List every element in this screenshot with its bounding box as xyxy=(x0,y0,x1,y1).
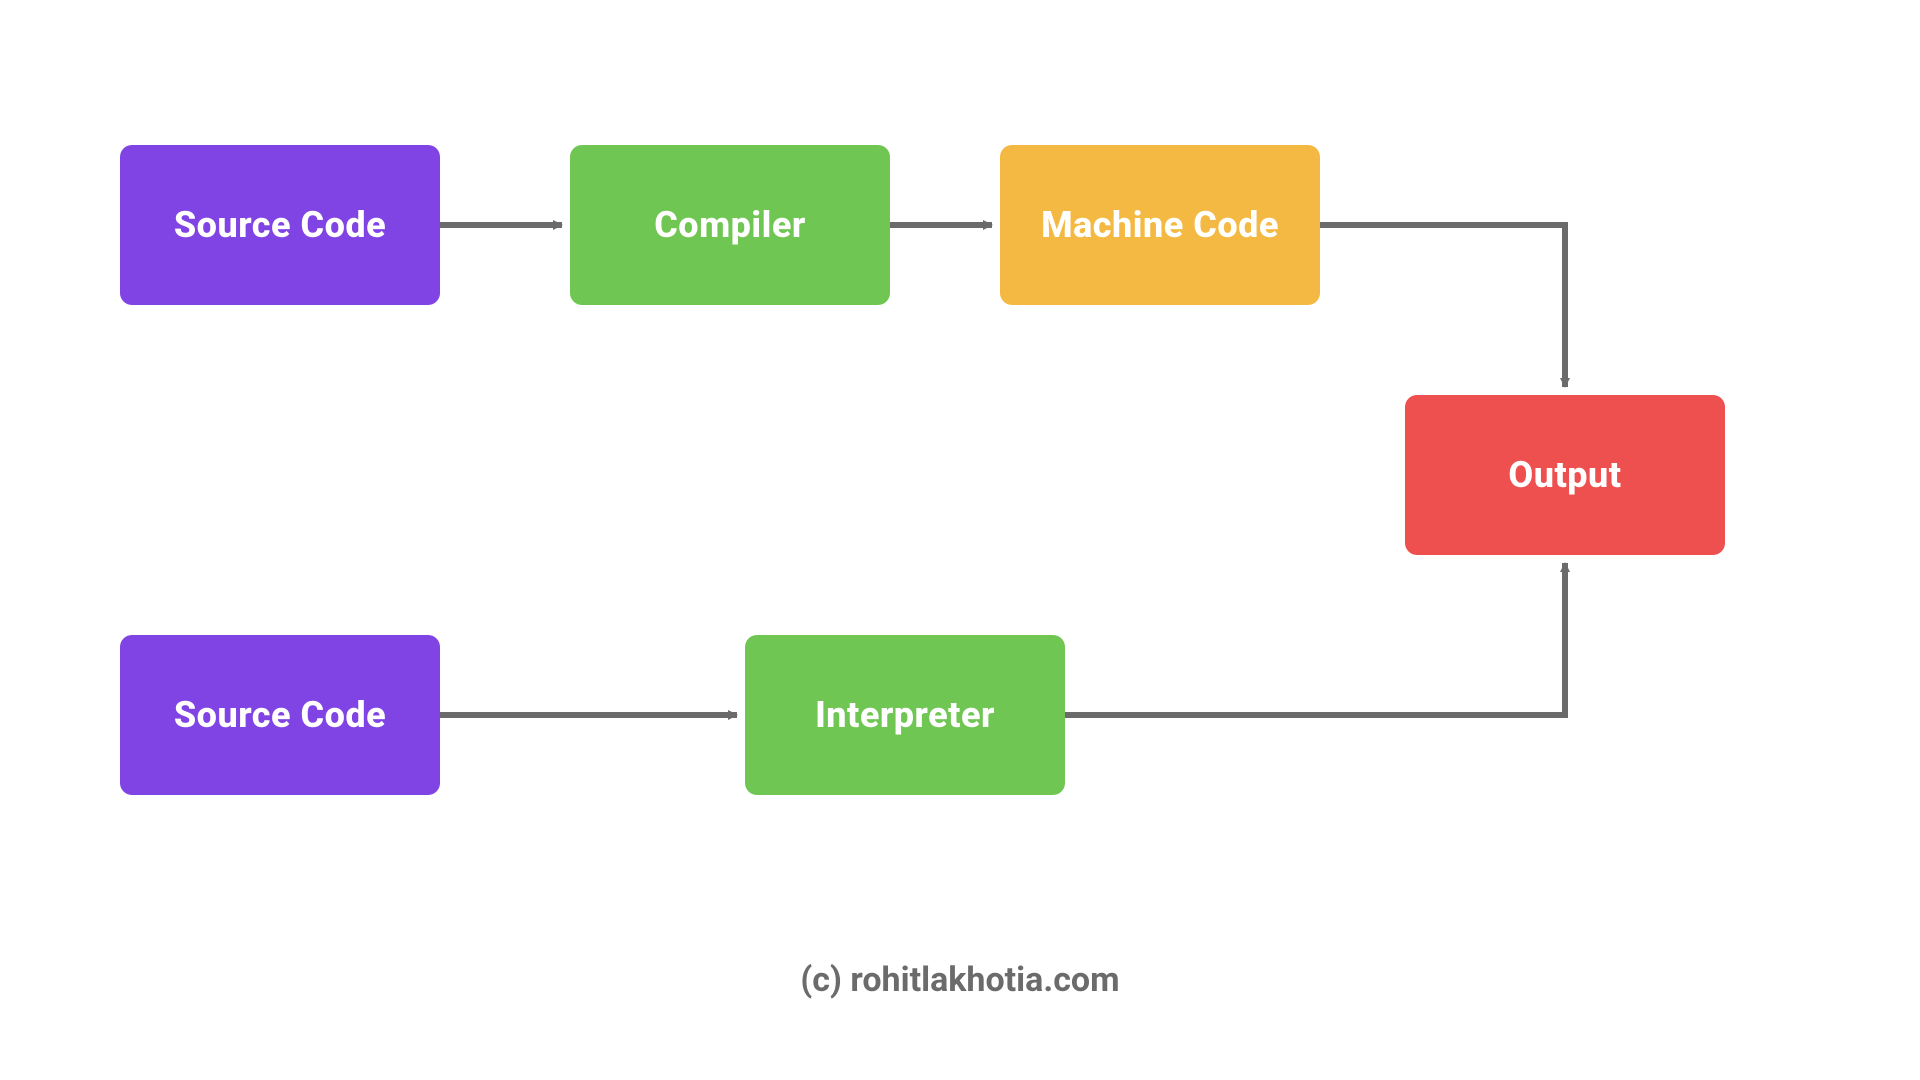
box-label: Machine Code xyxy=(1041,204,1279,246)
arrow-machine-to-output xyxy=(1320,225,1565,387)
box-label: Output xyxy=(1508,454,1621,496)
box-source-code-2: Source Code xyxy=(120,635,440,795)
box-interpreter: Interpreter xyxy=(745,635,1065,795)
box-label: Source Code xyxy=(174,204,386,246)
box-label: Source Code xyxy=(174,694,386,736)
box-machine-code: Machine Code xyxy=(1000,145,1320,305)
box-source-code-1: Source Code xyxy=(120,145,440,305)
box-compiler: Compiler xyxy=(570,145,890,305)
arrow-interpreter-to-output xyxy=(1065,563,1565,715)
box-label: Interpreter xyxy=(815,694,995,736)
credit-text: (c) rohitlakhotia.com xyxy=(0,960,1920,1000)
box-output: Output xyxy=(1405,395,1725,555)
box-label: Compiler xyxy=(654,204,806,246)
